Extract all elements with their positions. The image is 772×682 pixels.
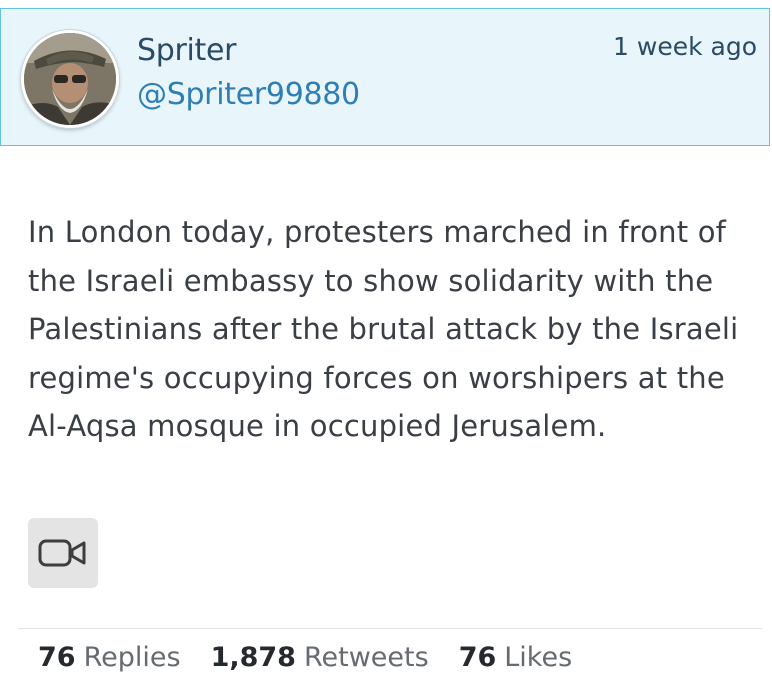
likes-stat[interactable]: 76 Likes [459, 642, 572, 682]
retweets-count: 1,878 [210, 642, 296, 673]
avatar[interactable] [21, 30, 119, 128]
tweet-header: Spriter @Spriter99880 1 week ago [0, 8, 770, 146]
video-camera-icon [38, 539, 86, 567]
likes-label: Likes [504, 642, 573, 673]
author-display-name[interactable]: Spriter [137, 33, 237, 69]
author-handle[interactable]: @Spriter99880 [137, 77, 360, 113]
video-media-button[interactable] [28, 518, 98, 588]
stats-divider [18, 628, 762, 629]
replies-stat[interactable]: 76 Replies [38, 642, 181, 682]
tweet-timestamp: 1 week ago [613, 32, 757, 61]
tweet-text: In London today, protesters marched in f… [28, 215, 739, 443]
tweet-stats: 76 Replies 1,878 Retweets 76 Likes [38, 642, 572, 682]
retweets-stat[interactable]: 1,878 Retweets [211, 642, 429, 682]
replies-count: 76 [38, 642, 76, 673]
retweets-label: Retweets [303, 642, 429, 673]
likes-count: 76 [458, 642, 497, 673]
avatar-photo-icon [24, 33, 116, 125]
replies-label: Replies [83, 642, 181, 673]
